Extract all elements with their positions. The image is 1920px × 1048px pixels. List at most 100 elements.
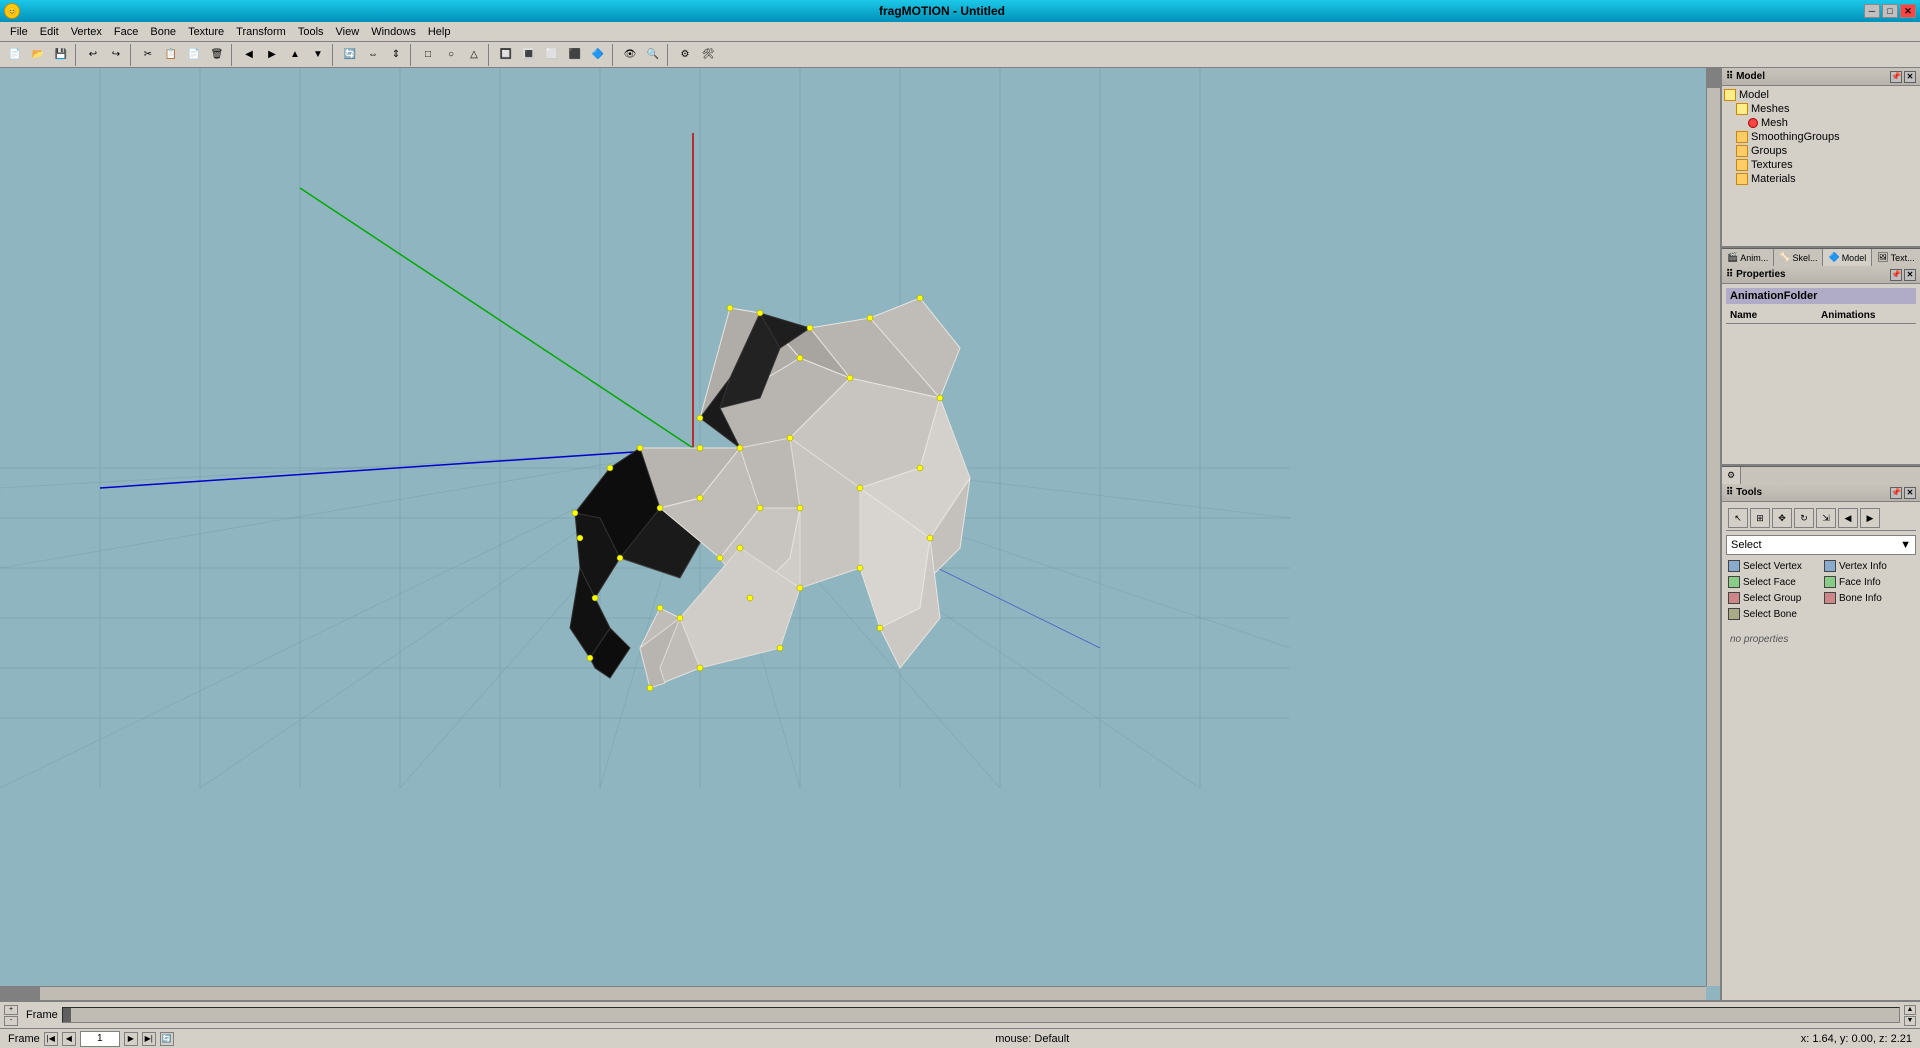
timeline-thumb[interactable]	[63, 1008, 71, 1022]
vertex-info-label: Vertex Info	[1839, 561, 1887, 572]
timeline-scroll-up[interactable]: ▲	[1904, 1005, 1916, 1015]
tree-item-meshes[interactable]: Meshes	[1736, 102, 1918, 116]
tab-model[interactable]: 🔷 Model	[1823, 249, 1872, 266]
tool-arrow-right[interactable]: ▶	[1860, 508, 1880, 528]
tb-copy[interactable]: 📋	[160, 44, 182, 66]
menu-bone[interactable]: Bone	[144, 24, 182, 40]
viewport-scroll-thumb-v[interactable]	[1707, 68, 1720, 88]
menu-texture[interactable]: Texture	[182, 24, 230, 40]
tb-settings[interactable]: ⚙	[674, 44, 696, 66]
model-panel-pin[interactable]: 📌	[1890, 71, 1902, 83]
tab-model-label: Model	[1842, 253, 1867, 263]
face-info-item[interactable]: Face Info	[1822, 575, 1916, 589]
tb-tools[interactable]: 🛠	[697, 44, 719, 66]
menu-vertex[interactable]: Vertex	[65, 24, 108, 40]
viewport-scroll-thumb-h[interactable]	[0, 987, 40, 1000]
properties-panel-pin[interactable]: 📌	[1890, 269, 1902, 281]
menu-tools[interactable]: Tools	[292, 24, 330, 40]
tree-item-smoothing[interactable]: SmoothingGroups	[1736, 130, 1918, 144]
viewport-scrollbar-h[interactable]	[0, 986, 1706, 1000]
bone-info-item[interactable]: Bone Info	[1822, 591, 1916, 605]
tb-view-mode3[interactable]: ⬜	[541, 44, 563, 66]
vertex-info-item[interactable]: Vertex Info	[1822, 559, 1916, 573]
timeline-expand-btn[interactable]: +	[4, 1005, 18, 1015]
menu-file[interactable]: File	[4, 24, 34, 40]
select-vertex-icon	[1728, 560, 1740, 572]
tb-rotate[interactable]: 🔄	[339, 44, 361, 66]
maximize-button[interactable]: □	[1882, 4, 1898, 18]
tb-scale[interactable]: ⇔	[362, 44, 384, 66]
frame-input[interactable]	[80, 1031, 120, 1047]
tab-props[interactable]: ⚙	[1722, 467, 1741, 484]
tab-skel[interactable]: 🦴 Skel...	[1774, 249, 1823, 266]
frame-next-btn[interactable]: ▶	[124, 1032, 138, 1046]
tree-item-mesh[interactable]: Mesh	[1748, 116, 1918, 130]
tb-view-mode5[interactable]: 🔷	[587, 44, 609, 66]
select-group-item[interactable]: Select Group	[1726, 591, 1820, 605]
timeline-bar[interactable]	[62, 1007, 1900, 1023]
menu-edit[interactable]: Edit	[34, 24, 65, 40]
tool-scale-btn[interactable]: ⇲	[1816, 508, 1836, 528]
tb-open[interactable]: 📂	[27, 44, 49, 66]
properties-panel-close[interactable]: ✕	[1904, 269, 1916, 281]
tool-rotate-btn[interactable]: ↻	[1794, 508, 1814, 528]
viewport-scene	[0, 68, 1720, 1000]
tb-render[interactable]: 👁	[619, 44, 641, 66]
select-bone-item[interactable]: Select Bone	[1726, 607, 1820, 621]
tb-save[interactable]: 💾	[50, 44, 72, 66]
tree-item-model[interactable]: Model	[1724, 88, 1918, 102]
tools-panel-title: ⠿ Tools	[1726, 487, 1762, 498]
select-vertex-item[interactable]: Select Vertex	[1726, 559, 1820, 573]
tb-cone[interactable]: △	[463, 44, 485, 66]
menu-help[interactable]: Help	[422, 24, 457, 40]
viewport-scrollbar-v[interactable]	[1706, 68, 1720, 986]
tb-zoom[interactable]: 🔍	[642, 44, 664, 66]
tb-new[interactable]: 📄	[4, 44, 26, 66]
tool-select-btn[interactable]: ↖	[1728, 508, 1748, 528]
tb-move-right[interactable]: ▶	[261, 44, 283, 66]
tb-cut[interactable]: ✂	[137, 44, 159, 66]
tb-sphere[interactable]: ○	[440, 44, 462, 66]
tb-undo[interactable]: ↩	[82, 44, 104, 66]
viewport[interactable]: Perspective	[0, 68, 1720, 1000]
tab-text-label: Text...	[1891, 253, 1915, 263]
tb-box[interactable]: □	[417, 44, 439, 66]
tb-move-left[interactable]: ◀	[238, 44, 260, 66]
app-icon: 😊	[4, 3, 20, 19]
tb-view-mode1[interactable]: 🔲	[495, 44, 517, 66]
tools-panel-pin[interactable]: 📌	[1890, 487, 1902, 499]
menu-view[interactable]: View	[330, 24, 366, 40]
select-face-item[interactable]: Select Face	[1726, 575, 1820, 589]
menu-windows[interactable]: Windows	[365, 24, 422, 40]
close-button[interactable]: ✕	[1900, 4, 1916, 18]
frame-prev-btn[interactable]: ◀	[62, 1032, 76, 1046]
tool-select2-btn[interactable]: ⊞	[1750, 508, 1770, 528]
menu-transform[interactable]: Transform	[230, 24, 292, 40]
select-dropdown[interactable]: Select ▼	[1726, 535, 1916, 555]
tb-redo[interactable]: ↪	[105, 44, 127, 66]
tool-arrow-left[interactable]: ◀	[1838, 508, 1858, 528]
tree-item-materials[interactable]: Materials	[1736, 172, 1918, 186]
frame-first-btn[interactable]: |◀	[44, 1032, 58, 1046]
tool-move-btn[interactable]: ✥	[1772, 508, 1792, 528]
tb-delete[interactable]: 🗑	[206, 44, 228, 66]
tree-item-textures[interactable]: Textures	[1736, 158, 1918, 172]
tb-paste[interactable]: 📄	[183, 44, 205, 66]
tb-move-up[interactable]: ▲	[284, 44, 306, 66]
timeline-scroll-down[interactable]: ▼	[1904, 1016, 1916, 1026]
tab-anim[interactable]: 🎬 Anim...	[1722, 249, 1774, 266]
menu-face[interactable]: Face	[108, 24, 144, 40]
tb-view-mode2[interactable]: 🔳	[518, 44, 540, 66]
frame-loop-btn[interactable]: 🔄	[160, 1032, 174, 1046]
model-panel-close[interactable]: ✕	[1904, 71, 1916, 83]
tree-item-groups[interactable]: Groups	[1736, 144, 1918, 158]
tb-flip[interactable]: ⇕	[385, 44, 407, 66]
frame-last-btn[interactable]: ▶|	[142, 1032, 156, 1046]
tb-view-mode4[interactable]: ⬛	[564, 44, 586, 66]
timeline-collapse-btn[interactable]: -	[4, 1016, 18, 1026]
tools-panel-close[interactable]: ✕	[1904, 487, 1916, 499]
tb-move-down[interactable]: ▼	[307, 44, 329, 66]
animation-folder-label: AnimationFolder	[1730, 290, 1817, 302]
tab-text[interactable]: 🖼 Text...	[1872, 249, 1920, 266]
minimize-button[interactable]: ─	[1864, 4, 1880, 18]
